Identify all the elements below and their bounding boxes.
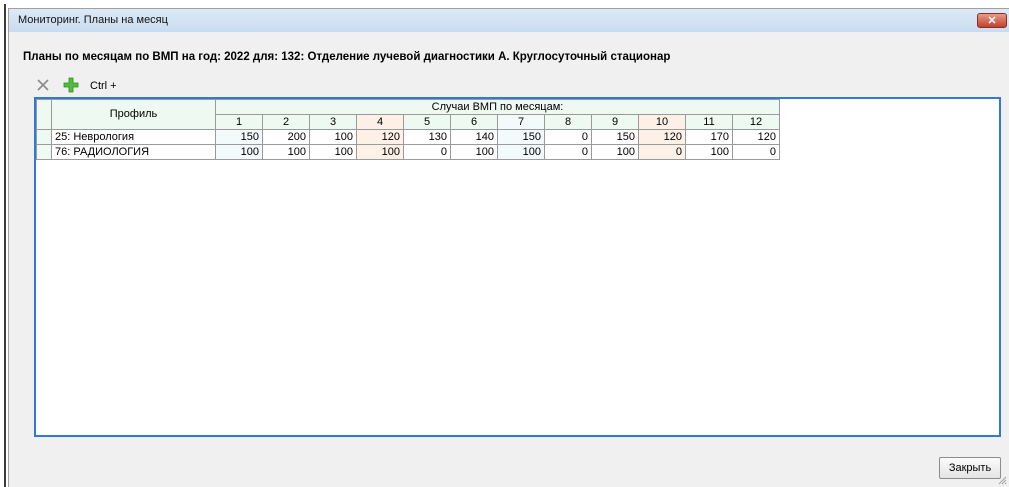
value-cell[interactable]: 100 <box>215 144 263 160</box>
plans-table: Профиль Случаи ВМП по месяцам: 1 2 3 4 5… <box>36 99 780 160</box>
value-cell[interactable]: 100 <box>356 144 404 160</box>
row-selector[interactable] <box>36 129 52 145</box>
month-header-11[interactable]: 11 <box>685 114 733 130</box>
month-header-9[interactable]: 9 <box>591 114 639 130</box>
close-button[interactable]: Закрыть <box>939 457 1001 479</box>
month-header-3[interactable]: 3 <box>309 114 357 130</box>
row-selector-header <box>36 99 52 130</box>
shortcut-label: Ctrl + <box>90 80 117 92</box>
value-cell[interactable]: 120 <box>356 129 404 145</box>
value-cell[interactable]: 100 <box>685 144 733 160</box>
value-cell[interactable]: 140 <box>450 129 498 145</box>
value-cell[interactable]: 0 <box>544 129 592 145</box>
month-header-10[interactable]: 10 <box>638 114 686 130</box>
row-selector[interactable] <box>36 144 52 160</box>
value-cell[interactable]: 150 <box>215 129 263 145</box>
value-cell[interactable]: 130 <box>403 129 451 145</box>
value-cell[interactable]: 100 <box>591 144 639 160</box>
plans-grid[interactable]: Профиль Случаи ВМП по месяцам: 1 2 3 4 5… <box>34 97 1001 437</box>
month-header-2[interactable]: 2 <box>262 114 310 130</box>
profile-cell[interactable]: 76: РАДИОЛОГИЯ <box>51 144 216 160</box>
x-icon[interactable] <box>35 77 51 93</box>
month-header-1[interactable]: 1 <box>215 114 263 130</box>
profile-header[interactable]: Профиль <box>51 99 216 130</box>
window-edge <box>4 4 6 487</box>
title-bar[interactable]: Мониторинг. Планы на месяц ✕ <box>9 9 1009 32</box>
month-header-8[interactable]: 8 <box>544 114 592 130</box>
value-cell[interactable]: 0 <box>638 144 686 160</box>
months-group-header: Случаи ВМП по месяцам: <box>215 99 780 115</box>
value-cell[interactable]: 100 <box>450 144 498 160</box>
month-header-4[interactable]: 4 <box>356 114 404 130</box>
profile-cell[interactable]: 25: Неврология <box>51 129 216 145</box>
plus-icon[interactable] <box>63 77 79 93</box>
value-cell[interactable]: 150 <box>591 129 639 145</box>
page-heading: Планы по месяцам по ВМП на год: 2022 для… <box>23 51 671 63</box>
value-cell[interactable]: 0 <box>732 144 780 160</box>
month-header-12[interactable]: 12 <box>732 114 780 130</box>
value-cell[interactable]: 0 <box>403 144 451 160</box>
close-window-button[interactable]: ✕ <box>977 13 1007 28</box>
value-cell[interactable]: 0 <box>544 144 592 160</box>
value-cell[interactable]: 150 <box>497 129 545 145</box>
table-row[interactable]: 76: РАДИОЛОГИЯ 100 100 100 100 0 100 100… <box>36 144 780 160</box>
value-cell[interactable]: 200 <box>262 129 310 145</box>
value-cell[interactable]: 120 <box>732 129 780 145</box>
resize-grip-icon[interactable] <box>997 475 1007 485</box>
value-cell[interactable]: 100 <box>262 144 310 160</box>
window-title: Мониторинг. Планы на месяц <box>18 14 168 26</box>
month-header-6[interactable]: 6 <box>450 114 498 130</box>
value-cell[interactable]: 100 <box>309 129 357 145</box>
month-header-7[interactable]: 7 <box>497 114 545 130</box>
value-cell[interactable]: 120 <box>638 129 686 145</box>
value-cell[interactable]: 100 <box>497 144 545 160</box>
table-row[interactable]: 25: Неврология 150 200 100 120 130 140 1… <box>36 129 780 145</box>
value-cell[interactable]: 100 <box>309 144 357 160</box>
value-cell[interactable]: 170 <box>685 129 733 145</box>
dialog-window: Мониторинг. Планы на месяц ✕ Планы по ме… <box>8 8 1009 487</box>
month-header-5[interactable]: 5 <box>403 114 451 130</box>
